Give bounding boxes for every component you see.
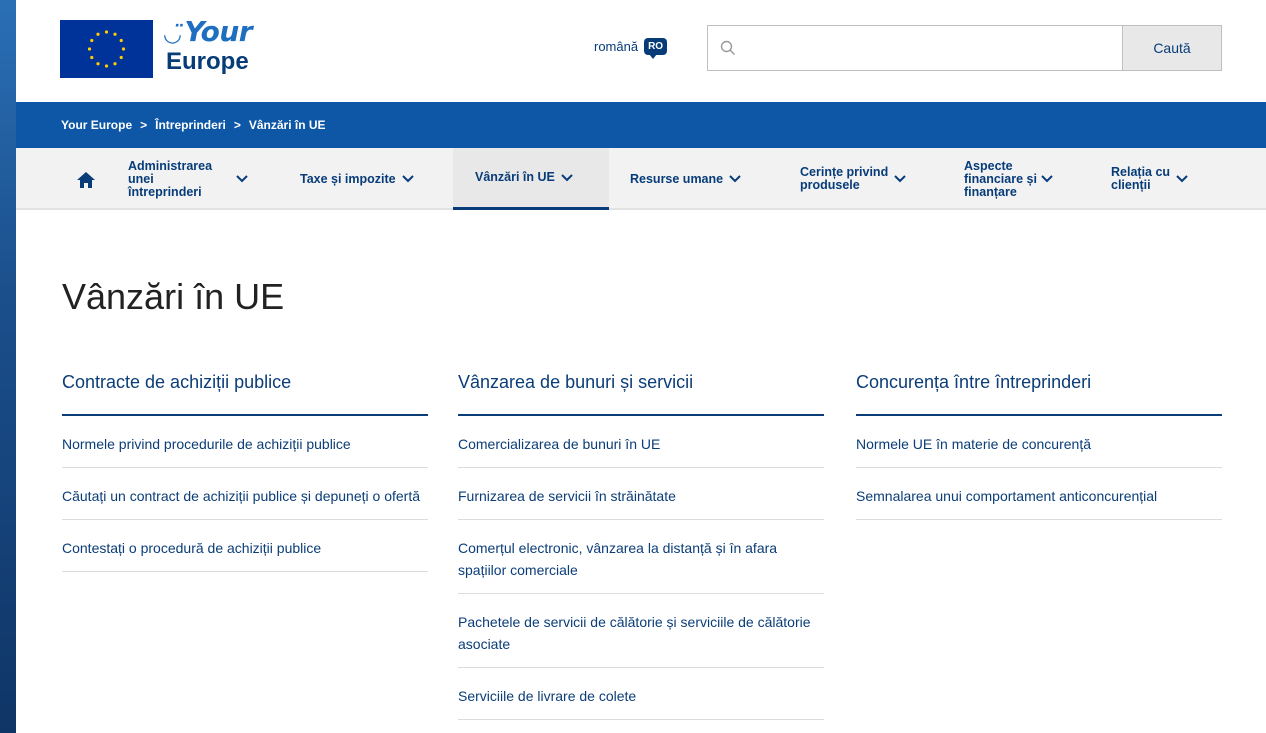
eu-star	[113, 62, 117, 66]
column-link[interactable]: Căutați un contract de achiziții publice…	[62, 468, 428, 520]
your-europe-logo[interactable]: ◡̈ Your Europe	[164, 15, 253, 75]
home-icon[interactable]	[76, 170, 96, 190]
eu-star	[96, 62, 100, 66]
column-link[interactable]: Pachetele de servicii de călătorie și se…	[458, 594, 824, 668]
nav-label: Taxe și impozite	[300, 171, 396, 186]
column-link[interactable]: Furnizarea de servicii în străinătate	[458, 468, 824, 520]
nav-label-line: Administrarea	[128, 158, 213, 173]
nav-label-line: clienții	[1111, 178, 1151, 192]
nav-item-relatia-clienti[interactable]: Relația cu clienții	[1111, 148, 1231, 210]
eu-star	[104, 30, 109, 34]
header: ◡̈ Your Europe română RO Caută	[16, 0, 1266, 102]
column-link[interactable]: Normele privind procedurile de achiziții…	[62, 416, 428, 468]
chevron-down-icon	[401, 175, 414, 183]
search-button[interactable]: Caută	[1122, 25, 1222, 71]
page: ◡̈ Your Europe română RO Caută Your Europ…	[16, 0, 1266, 733]
eu-star	[119, 38, 123, 43]
nav-label-line: Cerințe privind	[800, 165, 889, 179]
nav-label-line: unei	[128, 171, 154, 186]
nav-label-line: întreprinderi	[128, 184, 202, 199]
nav-label: Resurse umane	[630, 171, 724, 186]
eu-star	[90, 38, 94, 43]
nav-item-taxe[interactable]: Taxe și impozite	[300, 148, 450, 210]
nav-item-administrarea[interactable]: Administrarea unei întreprinderi	[128, 148, 278, 210]
nav-label-line: produsele	[800, 178, 860, 192]
brand-your-text: Your	[184, 15, 253, 48]
column-link[interactable]: Serviciile de livrare de colete	[458, 668, 824, 720]
column-link[interactable]: Semnalarea unui comportament anticoncure…	[856, 468, 1222, 520]
breadcrumb-item-current: Vânzări în UE	[248, 118, 326, 132]
brand-europe-text: Europe	[166, 48, 249, 75]
chevron-down-icon	[729, 175, 741, 183]
column-contracte: Contracte de achiziții publice Normele p…	[62, 372, 428, 572]
main-nav: Administrarea unei întreprinderi Taxe și i…	[16, 148, 1266, 210]
chevron-down-icon	[894, 175, 906, 183]
eu-flag-logo[interactable]	[60, 20, 153, 78]
column-heading[interactable]: Vânzarea de bunuri și servicii	[458, 372, 824, 416]
chevron-down-icon	[236, 175, 248, 183]
nav-item-vanzari[interactable]: Vânzări în UE	[453, 148, 609, 210]
breadcrumb-item-intreprinderi[interactable]: Întreprinderi	[155, 118, 226, 132]
eu-star	[113, 32, 117, 36]
eu-star	[90, 55, 94, 60]
column-link[interactable]: Comerțul electronic, vânzarea la distanț…	[458, 520, 824, 594]
nav-label: Vânzări în UE	[475, 170, 555, 184]
breadcrumb-item-your-europe[interactable]: Your Europe	[61, 118, 132, 132]
search-input[interactable]	[748, 26, 1122, 70]
chevron-down-icon	[561, 173, 573, 181]
column-link[interactable]: Comercializarea de bunuri în UE	[458, 416, 824, 468]
nav-item-resurse-umane[interactable]: Resurse umane	[630, 148, 800, 210]
column-heading[interactable]: Concurența între întreprinderi	[856, 372, 1222, 416]
nav-item-aspecte-financiare[interactable]: Aspecte financiare și finanțare	[964, 148, 1094, 210]
nav-label-line: financiare și	[964, 171, 1037, 186]
eu-star	[119, 55, 123, 60]
language-code-badge: RO	[644, 38, 668, 59]
eu-star	[96, 32, 100, 36]
nav-item-cerinte[interactable]: Cerințe privind produsele	[800, 148, 950, 210]
language-selector[interactable]: română RO	[594, 38, 668, 59]
nav-label-line: Relația cu	[1111, 165, 1171, 179]
column-link[interactable]: Contestați o procedură de achiziții publ…	[62, 520, 428, 572]
nav-label-line: finanțare	[964, 184, 1017, 199]
page-title: Vânzări în UE	[62, 276, 285, 317]
chevron-down-icon	[1041, 175, 1053, 183]
breadcrumb-separator: >	[233, 118, 241, 132]
smile-icon: ◡̈	[164, 22, 181, 47]
eu-star	[104, 64, 109, 68]
eu-stars-icon	[60, 20, 153, 78]
column-concurenta: Concurența între întreprinderi Normele U…	[856, 372, 1222, 520]
search-icon	[708, 40, 748, 56]
breadcrumb-separator: >	[140, 118, 148, 132]
eu-star	[121, 47, 126, 51]
search-field[interactable]	[707, 25, 1122, 71]
eu-star	[87, 47, 92, 51]
chevron-down-icon	[1176, 175, 1188, 183]
column-vanzarea: Vânzarea de bunuri și servicii Comercial…	[458, 372, 824, 720]
nav-label-line: Aspecte	[964, 158, 1013, 173]
column-link[interactable]: Normele UE în materie de concurență	[856, 416, 1222, 468]
language-label: română	[594, 39, 639, 54]
column-heading[interactable]: Contracte de achiziții publice	[62, 372, 428, 416]
breadcrumb: Your Europe > Întreprinderi > Vânzări în…	[16, 102, 1266, 148]
